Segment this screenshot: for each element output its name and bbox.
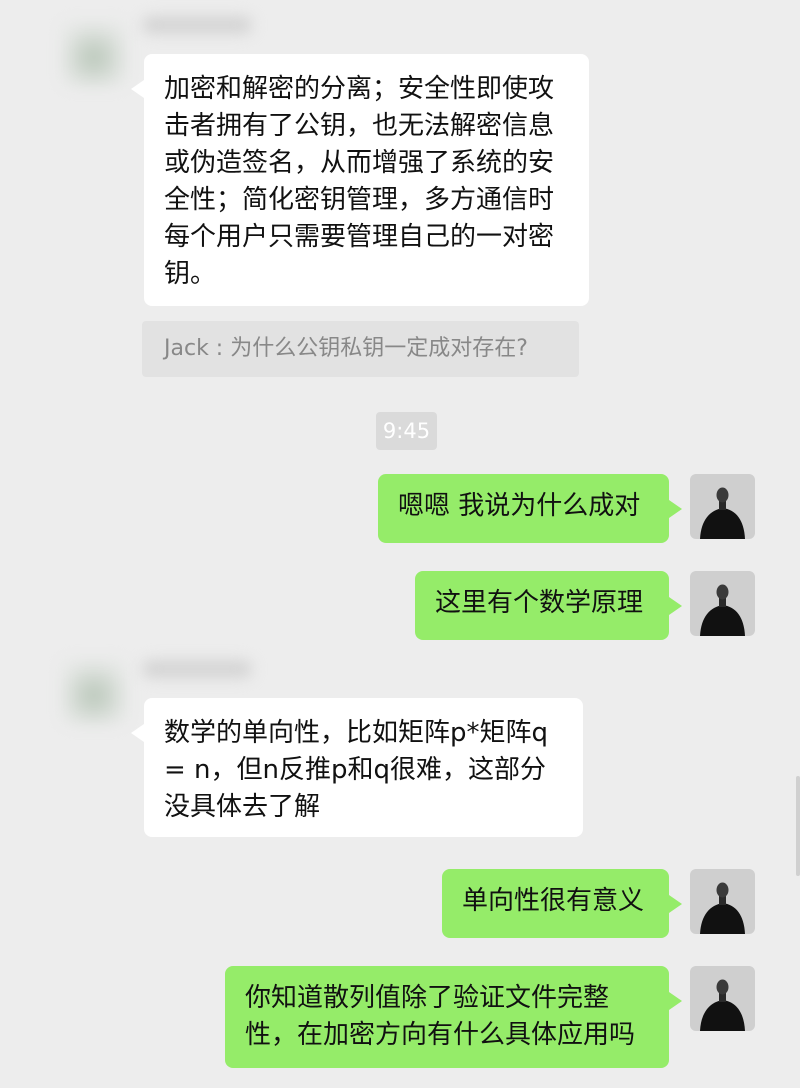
message-bubble-outgoing[interactable]: 你知道散列值除了验证文件完整性，在加密方向有什么具体应用吗 — [225, 966, 682, 1068]
message-text: 嗯嗯 我说为什么成对 — [398, 491, 641, 521]
message-bubble-outgoing[interactable]: 嗯嗯 我说为什么成对 — [378, 474, 682, 543]
contact-name-blurred — [142, 660, 252, 678]
person-photo-icon — [690, 571, 755, 636]
my-avatar[interactable] — [690, 869, 755, 934]
message-bubble-outgoing[interactable]: 单向性很有意义 — [442, 869, 682, 938]
message-text: 单向性很有意义 — [462, 886, 645, 916]
quoted-message[interactable]: Jack : 为什么公钥私钥一定成对存在? — [142, 321, 579, 377]
message-text: 加密和解密的分离；安全性即使攻击者拥有了公钥，也无法解密信息或伪造签名，从而增强… — [164, 74, 555, 289]
my-avatar[interactable] — [690, 474, 755, 539]
message-bubble-incoming[interactable]: 加密和解密的分离；安全性即使攻击者拥有了公钥，也无法解密信息或伪造签名，从而增强… — [131, 54, 589, 306]
message-bubble-outgoing[interactable]: 这里有个数学原理 — [415, 571, 682, 640]
person-photo-icon — [690, 966, 755, 1031]
contact-name-blurred — [142, 16, 252, 34]
message-bubble-incoming[interactable]: 数学的单向性，比如矩阵p*矩阵q = n，但n反推p和q很难，这部分没具体去了解 — [131, 698, 583, 837]
contact-avatar[interactable] — [62, 22, 126, 86]
quoted-message-text: Jack : 为什么公钥私钥一定成对存在? — [164, 336, 528, 361]
message-text: 这里有个数学原理 — [435, 588, 644, 618]
person-photo-icon — [690, 869, 755, 934]
my-avatar[interactable] — [690, 571, 755, 636]
timestamp: 9:45 — [376, 412, 437, 450]
message-text: 你知道散列值除了验证文件完整性，在加密方向有什么具体应用吗 — [245, 983, 636, 1050]
contact-avatar[interactable] — [62, 660, 126, 724]
my-avatar[interactable] — [690, 966, 755, 1031]
scrollbar[interactable] — [796, 776, 800, 876]
person-photo-icon — [690, 474, 755, 539]
message-text: 数学的单向性，比如矩阵p*矩阵q = n，但n反推p和q很难，这部分没具体去了解 — [164, 718, 549, 822]
